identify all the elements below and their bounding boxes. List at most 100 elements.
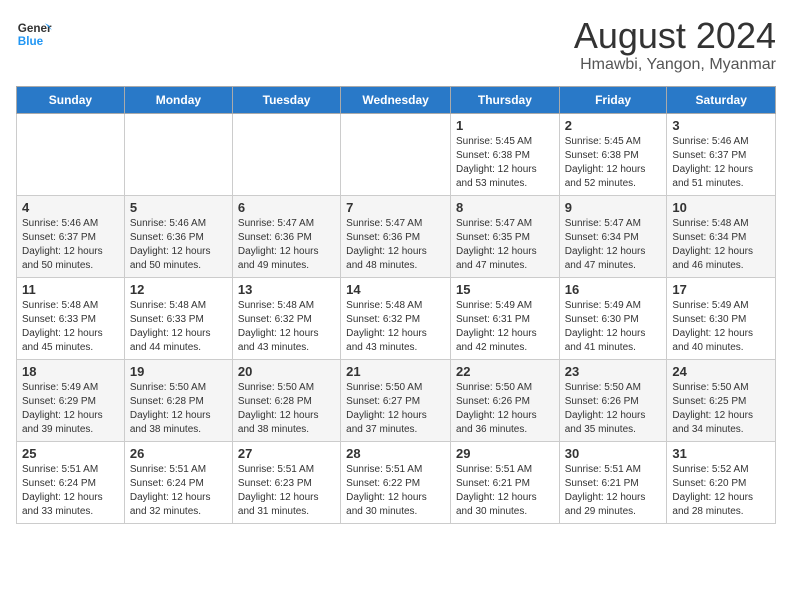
day-info: Sunrise: 5:51 AM Sunset: 6:21 PM Dayligh…	[565, 463, 662, 519]
day-info: Sunrise: 5:50 AM Sunset: 6:26 PM Dayligh…	[456, 381, 554, 437]
calendar-cell: 16 Sunrise: 5:49 AM Sunset: 6:30 PM Dayli…	[559, 277, 667, 359]
day-info: Sunrise: 5:46 AM Sunset: 6:37 PM Dayligh…	[22, 217, 119, 273]
calendar-cell: 19 Sunrise: 5:50 AM Sunset: 6:28 PM Dayli…	[124, 359, 232, 441]
calendar-cell: 31 Sunrise: 5:52 AM Sunset: 6:20 PM Dayli…	[667, 441, 776, 523]
day-info: Sunrise: 5:51 AM Sunset: 6:24 PM Dayligh…	[22, 463, 119, 519]
day-number: 16	[565, 282, 662, 297]
calendar-cell: 3Sunrise: 5:46 AM Sunset: 6:37 PM Daylig…	[667, 113, 776, 195]
calendar-cell: 12Sunrise: 5:48 AM Sunset: 6:33 PM Dayli…	[124, 277, 232, 359]
day-number: 14	[346, 282, 445, 297]
page-subtitle: Hmawbi, Yangon, Myanmar	[574, 56, 776, 74]
col-friday: Friday	[559, 86, 667, 113]
calendar-cell: 14 Sunrise: 5:48 AM Sunset: 6:32 PM Dayli…	[341, 277, 451, 359]
day-number: 31	[672, 446, 770, 461]
day-info: Sunrise: 5:45 AM Sunset: 6:38 PM Dayligh…	[565, 135, 662, 191]
day-number: 19	[130, 364, 227, 379]
calendar-cell: 29 Sunrise: 5:51 AM Sunset: 6:21 PM Dayli…	[450, 441, 559, 523]
day-number: 21	[346, 364, 445, 379]
calendar-cell: 28 Sunrise: 5:51 AM Sunset: 6:22 PM Dayli…	[341, 441, 451, 523]
day-info: Sunrise: 5:51 AM Sunset: 6:22 PM Dayligh…	[346, 463, 445, 519]
day-number: 11	[22, 282, 119, 297]
calendar-cell: 27 Sunrise: 5:51 AM Sunset: 6:23 PM Dayli…	[232, 441, 340, 523]
day-number: 22	[456, 364, 554, 379]
calendar-table: Sunday Monday Tuesday Wednesday Thursday…	[16, 86, 776, 524]
calendar-cell: 2Sunrise: 5:45 AM Sunset: 6:38 PM Daylig…	[559, 113, 667, 195]
calendar-cell: 1Sunrise: 5:45 AM Sunset: 6:38 PM Daylig…	[450, 113, 559, 195]
day-number: 24	[672, 364, 770, 379]
calendar-cell: 6 Sunrise: 5:47 AM Sunset: 6:36 PM Daylig…	[232, 195, 340, 277]
calendar-week-row: 4 Sunrise: 5:46 AM Sunset: 6:37 PM Daylig…	[17, 195, 776, 277]
calendar-cell: 22 Sunrise: 5:50 AM Sunset: 6:26 PM Dayli…	[450, 359, 559, 441]
day-info: Sunrise: 5:47 AM Sunset: 6:34 PM Dayligh…	[565, 217, 662, 273]
calendar-cell: 25 Sunrise: 5:51 AM Sunset: 6:24 PM Dayli…	[17, 441, 125, 523]
calendar-cell: 30Sunrise: 5:51 AM Sunset: 6:21 PM Dayli…	[559, 441, 667, 523]
day-info: Sunrise: 5:49 AM Sunset: 6:29 PM Dayligh…	[22, 381, 119, 437]
day-info: Sunrise: 5:48 AM Sunset: 6:32 PM Dayligh…	[346, 299, 445, 355]
calendar-cell: 26Sunrise: 5:51 AM Sunset: 6:24 PM Dayli…	[124, 441, 232, 523]
day-info: Sunrise: 5:47 AM Sunset: 6:35 PM Dayligh…	[456, 217, 554, 273]
calendar-cell: 15 Sunrise: 5:49 AM Sunset: 6:31 PM Dayli…	[450, 277, 559, 359]
day-info: Sunrise: 5:51 AM Sunset: 6:21 PM Dayligh…	[456, 463, 554, 519]
svg-text:Blue: Blue	[18, 35, 44, 48]
calendar-cell	[17, 113, 125, 195]
day-number: 20	[238, 364, 335, 379]
calendar-cell: 11 Sunrise: 5:48 AM Sunset: 6:33 PM Dayli…	[17, 277, 125, 359]
day-info: Sunrise: 5:47 AM Sunset: 6:36 PM Dayligh…	[346, 217, 445, 273]
calendar-cell: 5Sunrise: 5:46 AM Sunset: 6:36 PM Daylig…	[124, 195, 232, 277]
calendar-header: Sunday Monday Tuesday Wednesday Thursday…	[17, 86, 776, 113]
day-info: Sunrise: 5:48 AM Sunset: 6:33 PM Dayligh…	[22, 299, 119, 355]
day-number: 27	[238, 446, 335, 461]
day-info: Sunrise: 5:48 AM Sunset: 6:34 PM Dayligh…	[672, 217, 770, 273]
calendar-cell: 10Sunrise: 5:48 AM Sunset: 6:34 PM Dayli…	[667, 195, 776, 277]
day-info: Sunrise: 5:47 AM Sunset: 6:36 PM Dayligh…	[238, 217, 335, 273]
day-info: Sunrise: 5:50 AM Sunset: 6:25 PM Dayligh…	[672, 381, 770, 437]
day-info: Sunrise: 5:49 AM Sunset: 6:31 PM Dayligh…	[456, 299, 554, 355]
day-info: Sunrise: 5:51 AM Sunset: 6:23 PM Dayligh…	[238, 463, 335, 519]
day-info: Sunrise: 5:46 AM Sunset: 6:36 PM Dayligh…	[130, 217, 227, 273]
calendar-cell: 4 Sunrise: 5:46 AM Sunset: 6:37 PM Daylig…	[17, 195, 125, 277]
calendar-week-row: 25 Sunrise: 5:51 AM Sunset: 6:24 PM Dayli…	[17, 441, 776, 523]
col-wednesday: Wednesday	[341, 86, 451, 113]
header: General Blue August 2024 Hmawbi, Yangon,…	[16, 16, 776, 74]
calendar-cell	[124, 113, 232, 195]
day-number: 23	[565, 364, 662, 379]
calendar-cell: 20 Sunrise: 5:50 AM Sunset: 6:28 PM Dayli…	[232, 359, 340, 441]
day-info: Sunrise: 5:50 AM Sunset: 6:28 PM Dayligh…	[238, 381, 335, 437]
day-number: 29	[456, 446, 554, 461]
day-number: 15	[456, 282, 554, 297]
day-info: Sunrise: 5:49 AM Sunset: 6:30 PM Dayligh…	[565, 299, 662, 355]
day-number: 28	[346, 446, 445, 461]
page-container: General Blue August 2024 Hmawbi, Yangon,…	[16, 16, 776, 524]
calendar-body: 1 Sunrise: 5:45 AM Sunset: 6:38 PM Daylig…	[17, 113, 776, 523]
day-info: Sunrise: 5:48 AM Sunset: 6:33 PM Dayligh…	[130, 299, 227, 355]
day-info: Sunrise: 5:52 AM Sunset: 6:20 PM Dayligh…	[672, 463, 770, 519]
title-block: August 2024 Hmawbi, Yangon, Myanmar	[574, 16, 776, 74]
page-title: August 2024	[574, 16, 776, 56]
day-number: 8	[456, 200, 554, 215]
calendar-cell: 7Sunrise: 5:47 AM Sunset: 6:36 PM Daylig…	[341, 195, 451, 277]
header-row: Sunday Monday Tuesday Wednesday Thursday…	[17, 86, 776, 113]
col-saturday: Saturday	[667, 86, 776, 113]
calendar-cell: 17Sunrise: 5:49 AM Sunset: 6:30 PM Dayli…	[667, 277, 776, 359]
day-number: 17	[672, 282, 770, 297]
calendar-week-row: 1 Sunrise: 5:45 AM Sunset: 6:38 PM Daylig…	[17, 113, 776, 195]
day-number: 1	[456, 118, 554, 133]
day-number: 4	[22, 200, 119, 215]
calendar-cell	[341, 113, 451, 195]
day-number: 6	[238, 200, 335, 215]
calendar-cell	[232, 113, 340, 195]
calendar-cell: 21Sunrise: 5:50 AM Sunset: 6:27 PM Dayli…	[341, 359, 451, 441]
calendar-week-row: 11 Sunrise: 5:48 AM Sunset: 6:33 PM Dayli…	[17, 277, 776, 359]
day-info: Sunrise: 5:50 AM Sunset: 6:26 PM Dayligh…	[565, 381, 662, 437]
svg-text:General: General	[18, 22, 52, 35]
day-number: 25	[22, 446, 119, 461]
calendar-cell: 18Sunrise: 5:49 AM Sunset: 6:29 PM Dayli…	[17, 359, 125, 441]
day-number: 26	[130, 446, 227, 461]
col-thursday: Thursday	[450, 86, 559, 113]
col-monday: Monday	[124, 86, 232, 113]
day-info: Sunrise: 5:48 AM Sunset: 6:32 PM Dayligh…	[238, 299, 335, 355]
calendar-cell: 23 Sunrise: 5:50 AM Sunset: 6:26 PM Dayli…	[559, 359, 667, 441]
day-info: Sunrise: 5:50 AM Sunset: 6:28 PM Dayligh…	[130, 381, 227, 437]
logo-icon: General Blue	[16, 16, 52, 52]
day-info: Sunrise: 5:46 AM Sunset: 6:37 PM Dayligh…	[672, 135, 770, 191]
